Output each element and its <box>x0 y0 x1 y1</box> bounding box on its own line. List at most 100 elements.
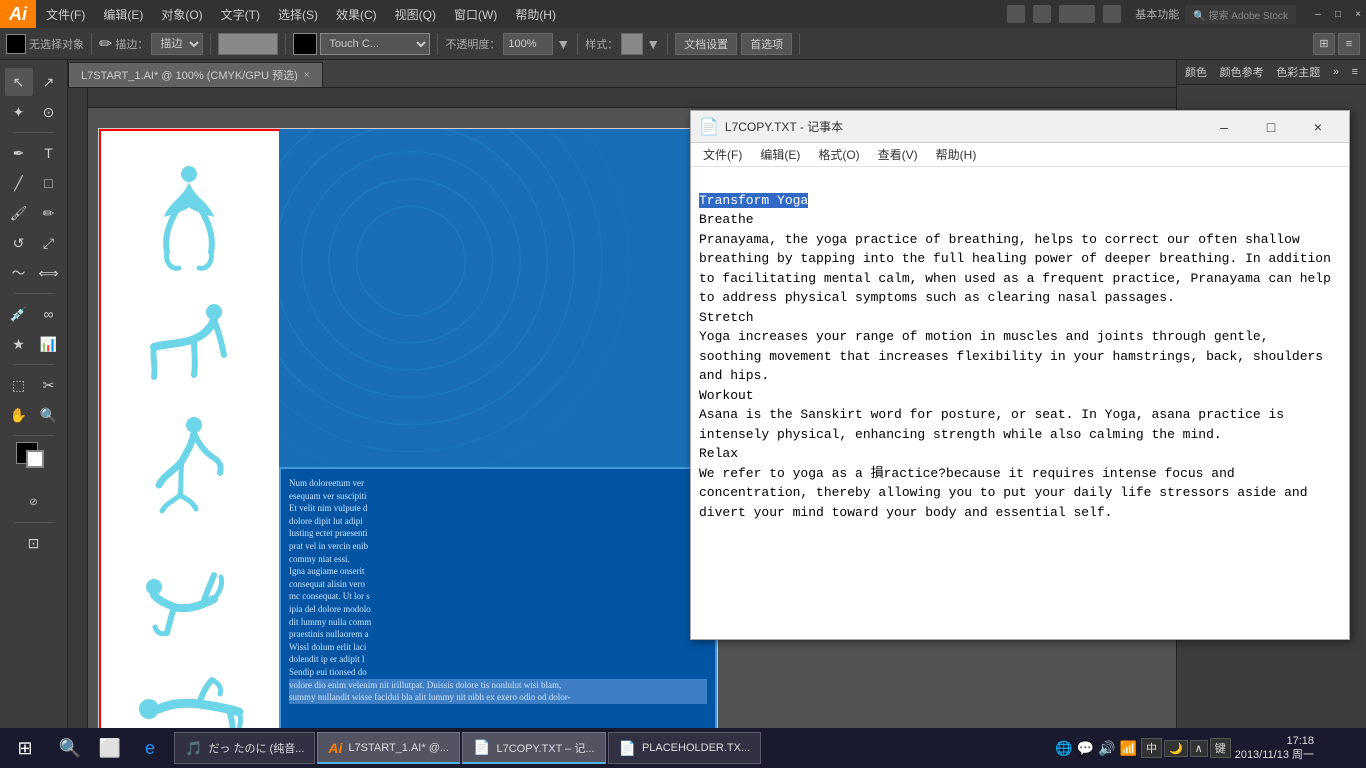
opacity-chevron[interactable]: ▼ <box>556 36 570 52</box>
stroke-swatch[interactable] <box>26 450 44 468</box>
touch-select-dropdown[interactable]: Touch C... <box>320 33 430 55</box>
menu-select[interactable]: 选择(S) <box>270 4 326 25</box>
tray-network2-icon[interactable]: 📶 <box>1120 740 1137 757</box>
search-taskbar-btn[interactable]: 🔍 <box>50 728 90 768</box>
task-ai-label: L7START_1.AI* @... <box>348 742 449 754</box>
text-box-overlay[interactable]: Num doloreetum ver esequam ver suscipiti… <box>279 467 717 738</box>
text-line: prat vel in vercin enib <box>289 540 707 553</box>
arrangement-icon[interactable] <box>1103 5 1121 23</box>
np-menu-file[interactable]: 文件(F) <box>695 144 750 165</box>
scale-tool[interactable]: ⤢ <box>35 229 63 257</box>
stock-icon[interactable] <box>1033 5 1051 23</box>
stroke-color-swatch[interactable] <box>6 34 26 54</box>
menu-text[interactable]: 文字(T) <box>213 4 268 25</box>
doc-tab-main[interactable]: L7START_1.AI* @ 100% (CMYK/GPU 预选) × <box>68 62 323 87</box>
width-tool[interactable]: ⟺ <box>35 259 63 287</box>
none-icon[interactable]: ⊘ <box>20 488 48 516</box>
np-menu-edit[interactable]: 编辑(E) <box>752 144 808 165</box>
menu-effect[interactable]: 效果(C) <box>328 4 385 25</box>
eyedropper-tool[interactable]: 💉 <box>5 300 33 328</box>
zoom-tool[interactable]: 🔍 <box>35 401 63 429</box>
doc-tab-close[interactable]: × <box>304 70 310 81</box>
style-chevron[interactable]: ▼ <box>646 36 660 52</box>
bridge-icon[interactable] <box>1007 5 1025 23</box>
app-minimize-btn[interactable]: – <box>1310 6 1326 22</box>
ruler-left <box>68 88 88 738</box>
symbol-tool[interactable]: ★ <box>5 330 33 358</box>
direct-select-tool[interactable]: ↗ <box>35 68 63 96</box>
text-line: ipia del dolore modolo <box>289 603 707 616</box>
slice-tool[interactable]: ✂ <box>35 371 63 399</box>
notepad-title: L7COPY.TXT - 记事本 <box>725 118 1195 135</box>
preferences-btn[interactable]: 首选项 <box>741 33 792 55</box>
task-placeholder[interactable]: 📄 PLACEHOLDER.TX... <box>608 732 762 764</box>
ime-moon-btn[interactable]: 🌙 <box>1164 740 1188 757</box>
search-stock-label[interactable]: 🔍 搜索 Adobe Stock <box>1185 5 1296 24</box>
hand-tool[interactable]: ✋ <box>5 401 33 429</box>
menu-help[interactable]: 帮助(H) <box>507 4 564 25</box>
np-menu-help[interactable]: 帮助(H) <box>928 144 985 165</box>
tray-volume-icon[interactable]: 🔊 <box>1098 740 1115 757</box>
selection-tool[interactable]: ↖ <box>5 68 33 96</box>
ime-key-btn[interactable]: 键 <box>1210 738 1231 758</box>
fill-circle-swatch[interactable] <box>293 33 317 55</box>
stroke-width-select[interactable]: 描边 <box>151 33 203 55</box>
clock-time: 17:18 <box>1235 734 1314 748</box>
start-button[interactable]: ⊞ <box>0 728 50 768</box>
opacity-input[interactable] <box>503 33 553 55</box>
panel-expand-icon[interactable]: » <box>1333 66 1339 78</box>
workspace-label[interactable]: 基本功能 <box>1135 6 1179 22</box>
notepad-minimize-btn[interactable]: – <box>1201 111 1247 143</box>
lasso-tool[interactable]: ⊙ <box>35 98 63 126</box>
ie-btn[interactable]: e <box>130 728 170 768</box>
rotate-tool[interactable]: ↺ <box>5 229 33 257</box>
artboard[interactable]: Num doloreetum ver esequam ver suscipiti… <box>98 128 718 738</box>
tray-chat-icon[interactable]: 💬 <box>1077 740 1094 757</box>
task-illustrator[interactable]: Ai L7START_1.AI* @... <box>317 732 460 764</box>
panel-controls-btn[interactable]: ≡ <box>1338 33 1360 55</box>
warp-tool[interactable]: 〜 <box>5 259 33 287</box>
shape-tool[interactable]: □ <box>35 169 63 197</box>
ime-arrow-btn[interactable]: ∧ <box>1190 740 1208 757</box>
menu-object[interactable]: 对象(O) <box>153 4 210 25</box>
view-mode-icon[interactable] <box>1059 5 1095 23</box>
brush-tool[interactable]: 🖌 <box>5 199 33 227</box>
line-tool[interactable]: ╱ <box>5 169 33 197</box>
pencil-tool[interactable]: ✏ <box>35 199 63 227</box>
menu-view[interactable]: 视图(Q) <box>387 4 444 25</box>
pen-tool[interactable]: ✒ <box>5 139 33 167</box>
app-close-btn[interactable]: × <box>1350 6 1366 22</box>
menu-file[interactable]: 文件(F) <box>38 4 93 25</box>
artboard-tool[interactable]: ⬚ <box>5 371 33 399</box>
clock[interactable]: 17:18 2013/11/13 周一 <box>1235 734 1314 763</box>
ai-task-icon: Ai <box>328 740 342 756</box>
column-graph-tool[interactable]: 📊 <box>35 330 63 358</box>
ime-chinese-btn[interactable]: 中 <box>1141 738 1162 758</box>
doc-settings-btn[interactable]: 文档设置 <box>675 33 737 55</box>
text-line: volore dio enim velenim nit irillutpat. … <box>289 679 707 692</box>
magic-wand-tool[interactable]: ✦ <box>5 98 33 126</box>
task-notepad-l7copy[interactable]: 📄 L7COPY.TXT – 记... <box>462 732 605 764</box>
notepad-task-icon: 📄 <box>473 739 490 756</box>
taskview-btn[interactable]: ⬜ <box>90 728 130 768</box>
task-notepad-label: L7COPY.TXT – 记... <box>496 740 594 756</box>
notepad-textarea[interactable]: Transform Yoga Breathe Pranayama, the yo… <box>691 167 1349 639</box>
np-menu-format[interactable]: 格式(O) <box>810 144 867 165</box>
color-bar <box>218 33 278 55</box>
screen-mode-btn[interactable]: ⊡ <box>20 529 48 557</box>
show-desktop-btn[interactable] <box>1318 728 1358 768</box>
menu-edit[interactable]: 编辑(E) <box>95 4 151 25</box>
tray-network-icon[interactable]: 🌐 <box>1055 740 1072 757</box>
task-music[interactable]: 🎵 だっ たのに (纯音... <box>174 732 315 764</box>
notepad-close-btn[interactable]: × <box>1295 111 1341 143</box>
arrange-icons-btn[interactable]: ⊞ <box>1313 33 1335 55</box>
type-tool[interactable]: T <box>35 139 63 167</box>
np-menu-view[interactable]: 查看(V) <box>870 144 926 165</box>
menu-window[interactable]: 窗口(W) <box>446 4 505 25</box>
notepad-maximize-btn[interactable]: □ <box>1248 111 1294 143</box>
blend-tool[interactable]: ∞ <box>35 300 63 328</box>
panel-menu-icon[interactable]: ≡ <box>1352 66 1358 78</box>
notepad-menubar: 文件(F) 编辑(E) 格式(O) 查看(V) 帮助(H) <box>691 143 1349 167</box>
app-maximize-btn[interactable]: □ <box>1330 6 1346 22</box>
panel-header-color[interactable]: 颜色 颜色参考 色彩主题 » ≡ <box>1177 60 1366 85</box>
